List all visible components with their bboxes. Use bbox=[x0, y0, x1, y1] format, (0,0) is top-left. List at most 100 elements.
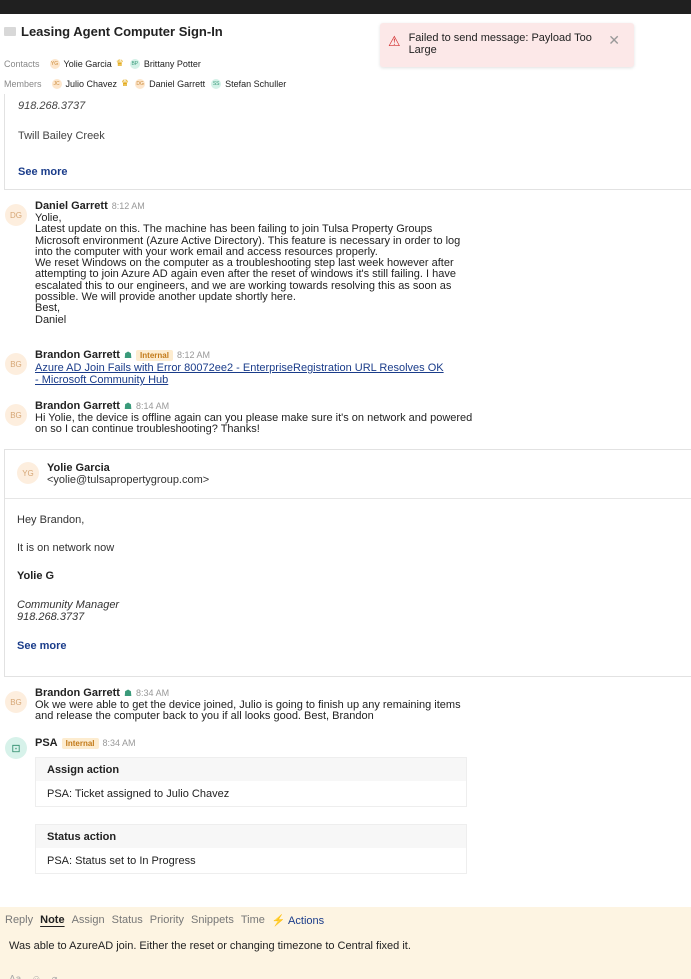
message-author[interactable]: Brandon Garrett bbox=[35, 687, 120, 699]
avatar: JC bbox=[51, 78, 62, 89]
composer-tabs: Reply Note Assign Status Priority Snippe… bbox=[0, 907, 691, 931]
tab-reply[interactable]: Reply bbox=[5, 914, 33, 931]
member-name: Stefan Schuller bbox=[225, 78, 287, 89]
agent-hat-icon: ☗ bbox=[123, 349, 133, 360]
email-greeting: Hey Brandon, bbox=[17, 514, 85, 526]
member-chip[interactable]: SS Stefan Schuller bbox=[211, 78, 287, 89]
message-author[interactable]: Daniel Garrett bbox=[35, 200, 108, 212]
message: BG Brandon Garrett ☗ 8:14 AM Hi Yolie, t… bbox=[0, 400, 691, 436]
message-content: Brandon Garrett ☗ 8:34 AM Ok we were abl… bbox=[35, 687, 686, 723]
attachment-icon[interactable]: ⌀ bbox=[51, 974, 57, 979]
message-time: 8:34 AM bbox=[102, 738, 136, 748]
sender-name[interactable]: Yolie Garcia bbox=[47, 462, 209, 474]
avatar: YG bbox=[49, 58, 60, 69]
message-header: PSA Internal 8:34 AM bbox=[35, 737, 686, 749]
tab-time[interactable]: Time bbox=[241, 914, 265, 931]
email-body: 918.268.3737 Twill Bailey Creek See more bbox=[5, 94, 691, 185]
signature-location: Twill Bailey Creek bbox=[18, 130, 105, 142]
signature-phone: 918.268.3737 bbox=[18, 100, 86, 112]
lightning-icon: ⚡ bbox=[271, 915, 286, 927]
see-more-link[interactable]: See more bbox=[18, 166, 68, 178]
assign-action-box: Assign action PSA: Ticket assigned to Ju… bbox=[35, 757, 467, 807]
contacts-label: Contacts bbox=[4, 58, 40, 69]
avatar: DG bbox=[5, 204, 27, 226]
text-format-icon[interactable]: Aa bbox=[9, 974, 21, 979]
composer: Reply Note Assign Status Priority Snippe… bbox=[0, 907, 691, 979]
contact-chip[interactable]: BP Brittany Potter bbox=[129, 58, 201, 69]
message-author[interactable]: Brandon Garrett bbox=[35, 400, 120, 412]
message-time: 8:12 AM bbox=[176, 350, 210, 360]
top-bar bbox=[0, 0, 691, 14]
email-header: YG Yolie Garcia <yolie@tulsapropertygrou… bbox=[5, 450, 691, 499]
signature-phone: 918.268.3737 bbox=[17, 611, 85, 623]
message-content: Daniel Garrett 8:12 AM Yolie, Latest upd… bbox=[35, 200, 686, 326]
internal-badge: Internal bbox=[61, 737, 99, 749]
avatar: SS bbox=[211, 78, 222, 89]
message-content: PSA Internal 8:34 AM Assign action PSA: … bbox=[35, 737, 686, 874]
warning-icon: ⚠ bbox=[388, 33, 401, 49]
action-body: PSA: Status set to In Progress bbox=[47, 855, 196, 867]
message: ⊡ PSA Internal 8:34 AM Assign action PSA… bbox=[0, 737, 691, 874]
agent-hat-icon: ☗ bbox=[123, 687, 133, 698]
action-title: Status action bbox=[36, 825, 466, 848]
avatar: BG bbox=[5, 404, 27, 426]
tab-actions[interactable]: ⚡ Actions bbox=[272, 914, 324, 931]
member-name: Daniel Garrett bbox=[149, 78, 206, 89]
close-icon[interactable]: ✕ bbox=[608, 32, 620, 49]
contact-name: Brittany Potter bbox=[143, 58, 201, 69]
message-header: Brandon Garrett ☗ Internal 8:12 AM bbox=[35, 349, 686, 361]
emoji-icon[interactable]: ☺ bbox=[31, 974, 41, 979]
actions-label: Actions bbox=[288, 915, 325, 927]
tab-status[interactable]: Status bbox=[112, 914, 143, 931]
crown-icon: ♛ bbox=[115, 58, 124, 68]
toast-message: Failed to send message: Payload Too Larg… bbox=[408, 32, 592, 56]
member-chip[interactable]: DG Daniel Garrett bbox=[135, 78, 206, 89]
message-text: Hi Yolie, the device is offline again ca… bbox=[35, 412, 473, 436]
tab-note[interactable]: Note bbox=[40, 914, 64, 931]
tab-snippets[interactable]: Snippets bbox=[191, 914, 234, 931]
link-wrapper: Azure AD Join Fails with Error 80072ee2 … bbox=[35, 362, 445, 387]
member-chip[interactable]: JC Julio Chavez ♛ bbox=[51, 78, 130, 89]
article-link[interactable]: Azure AD Join Fails with Error 80072ee2 … bbox=[35, 362, 444, 386]
avatar: DG bbox=[135, 78, 146, 89]
members-row: Members JC Julio Chavez ♛ DG Daniel Garr… bbox=[4, 75, 691, 92]
message-text: Ok we were able to get the device joined… bbox=[35, 699, 461, 723]
message-header: Daniel Garrett 8:12 AM bbox=[35, 200, 686, 212]
message-author[interactable]: Brandon Garrett bbox=[35, 349, 120, 361]
avatar: BG bbox=[5, 353, 27, 375]
message-time: 8:12 AM bbox=[111, 201, 145, 211]
message-content: Brandon Garrett ☗ 8:14 AM Hi Yolie, the … bbox=[35, 400, 686, 436]
email-card-top: 918.268.3737 Twill Bailey Creek See more bbox=[4, 94, 691, 190]
agent-hat-icon: ☗ bbox=[123, 400, 133, 411]
contact-name: Yolie Garcia bbox=[63, 58, 112, 69]
compose-input[interactable]: Was able to AzureAD join. Either the res… bbox=[0, 931, 691, 961]
members-label: Members bbox=[4, 78, 42, 89]
message-content: Brandon Garrett ☗ Internal 8:12 AM Azure… bbox=[35, 349, 686, 387]
contact-chip[interactable]: YG Yolie Garcia ♛ bbox=[49, 58, 124, 69]
message: BG Brandon Garrett ☗ Internal 8:12 AM Az… bbox=[0, 349, 691, 387]
envelope-icon bbox=[4, 27, 16, 36]
message-time: 8:34 AM bbox=[136, 688, 170, 698]
action-title: Assign action bbox=[36, 758, 466, 781]
email-body: Hey Brandon, It is on network now Yolie … bbox=[5, 499, 691, 666]
error-toast: ⚠ Failed to send message: Payload Too La… bbox=[380, 23, 634, 67]
ticket-icon: ⊡ bbox=[5, 737, 27, 759]
status-action-box: Status action PSA: Status set to In Prog… bbox=[35, 824, 467, 874]
member-name: Julio Chavez bbox=[65, 78, 118, 89]
page-title: Leasing Agent Computer Sign-In bbox=[21, 24, 223, 39]
sender-email: <yolie@tulsapropertygroup.com> bbox=[47, 474, 210, 486]
tab-priority[interactable]: Priority bbox=[150, 914, 184, 931]
action-body: PSA: Ticket assigned to Julio Chavez bbox=[47, 788, 230, 800]
message-time: 8:14 AM bbox=[136, 401, 170, 411]
message-header: Brandon Garrett ☗ 8:34 AM bbox=[35, 687, 686, 699]
tab-assign[interactable]: Assign bbox=[72, 914, 105, 931]
sender-info: Yolie Garcia <yolie@tulsapropertygroup.c… bbox=[47, 462, 209, 486]
message-author: PSA bbox=[35, 737, 58, 749]
email-signature: Yolie G bbox=[17, 570, 55, 582]
crown-icon: ♛ bbox=[121, 78, 130, 88]
see-more-link[interactable]: See more bbox=[17, 640, 691, 652]
email-card-yolie: YG Yolie Garcia <yolie@tulsapropertygrou… bbox=[4, 449, 691, 677]
avatar: YG bbox=[17, 462, 39, 484]
signature-role: Community Manager bbox=[17, 599, 120, 611]
avatar: BG bbox=[5, 691, 27, 713]
